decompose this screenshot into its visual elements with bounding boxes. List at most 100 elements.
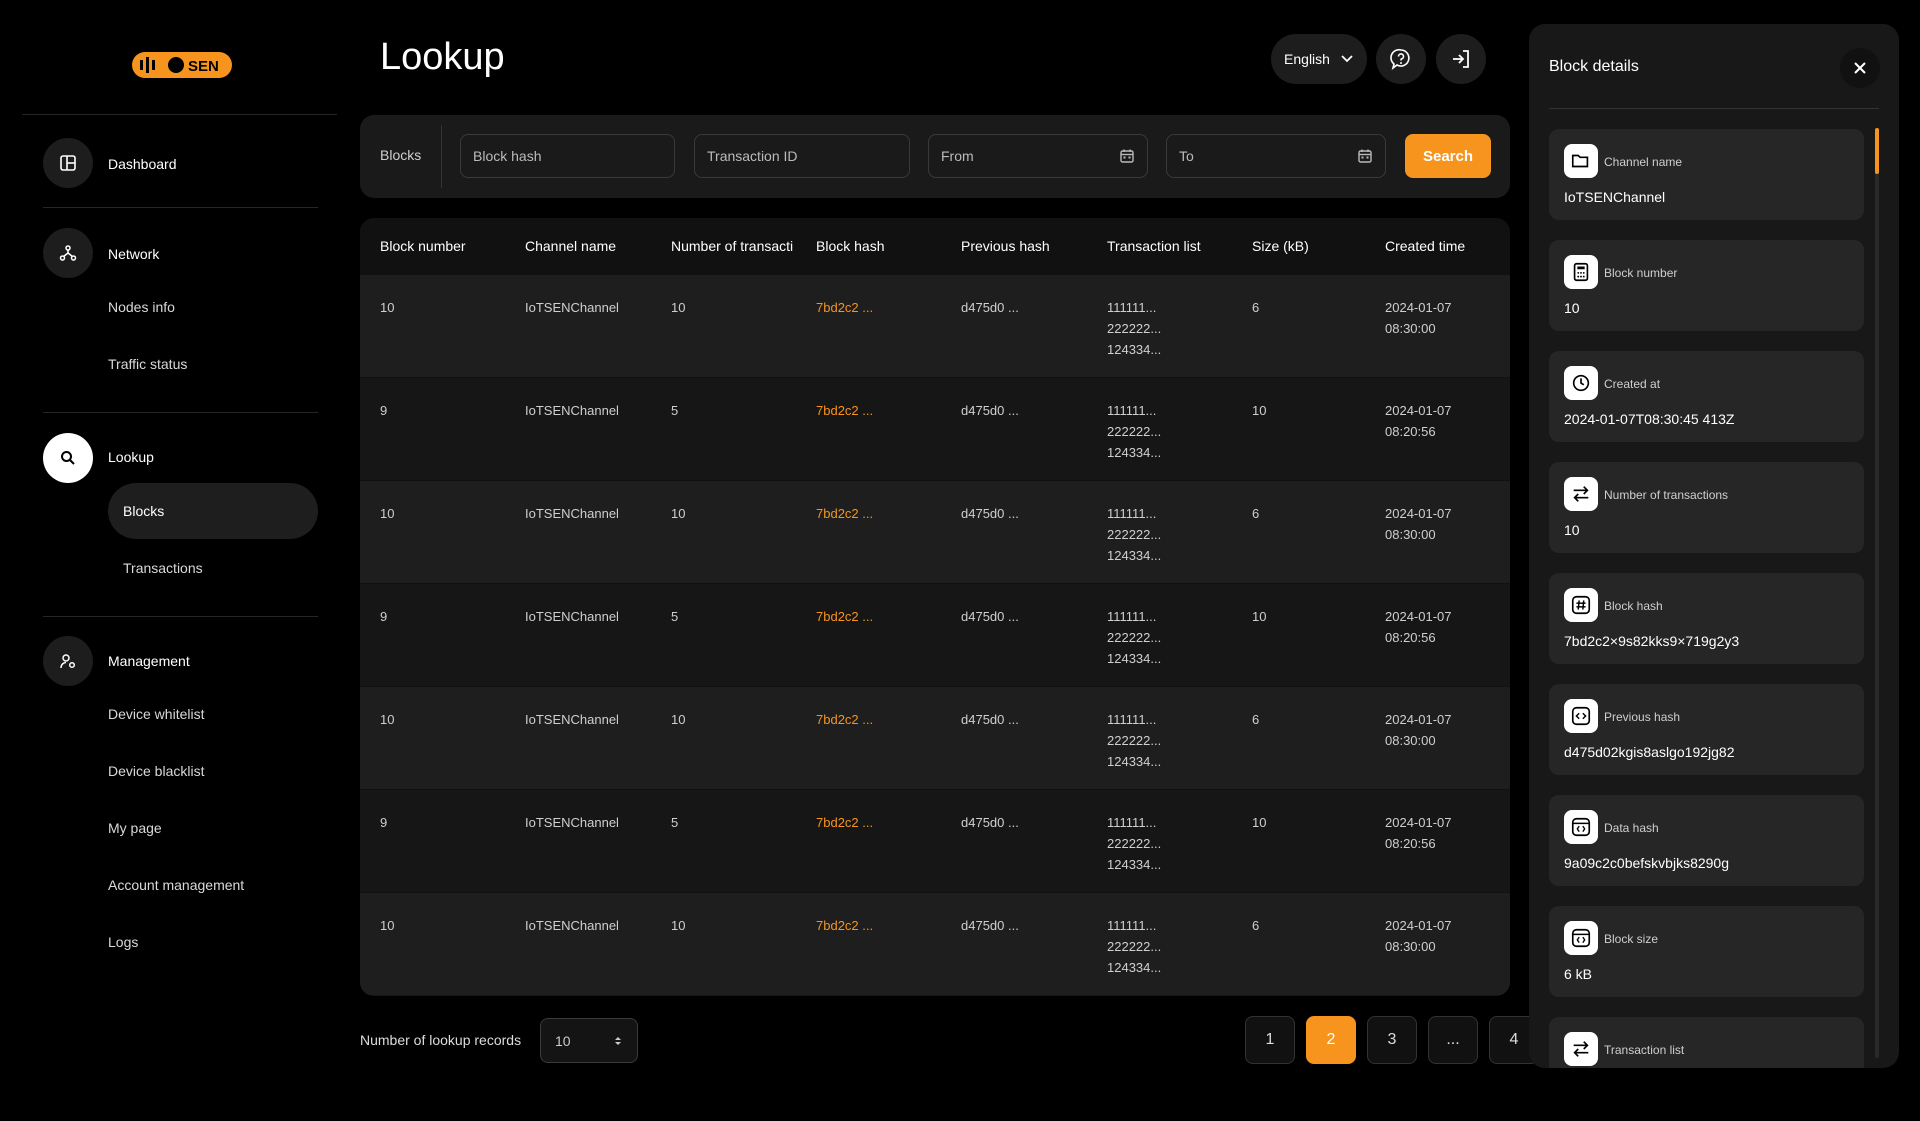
cell-block-hash[interactable]: 7bd2c2 ... xyxy=(816,606,873,627)
to-date-placeholder: To xyxy=(1179,148,1194,164)
column-header-created-time: Created time xyxy=(1385,238,1466,254)
sidebar-divider xyxy=(22,114,337,115)
cell-created-time: 2024-01-07 08:20:56 xyxy=(1385,400,1452,442)
nav-logs[interactable]: Logs xyxy=(108,934,138,950)
cell-block-hash[interactable]: 7bd2c2 ... xyxy=(816,709,873,730)
cell-block-hash[interactable]: 7bd2c2 ... xyxy=(816,915,873,936)
page-button-2[interactable]: 2 xyxy=(1306,1016,1356,1064)
cell-previous-hash: d475d0 ... xyxy=(961,712,1019,727)
scrollbar-thumb[interactable] xyxy=(1875,128,1879,174)
detail-card: Previous hash d475d02kgis8aslgo192jg82 xyxy=(1549,684,1864,775)
nav-blocks[interactable]: Blocks xyxy=(123,503,164,519)
from-date-input[interactable]: From xyxy=(928,134,1148,178)
cell-previous-hash: d475d0 ... xyxy=(961,300,1019,315)
cell-block-hash[interactable]: 7bd2c2 ... xyxy=(816,297,873,318)
detail-icon-box xyxy=(1564,699,1598,733)
code-icon xyxy=(1571,706,1591,726)
sidebar-divider xyxy=(43,207,318,208)
detail-icon-box xyxy=(1564,366,1598,400)
cell-created-time-line: 08:20:56 xyxy=(1385,836,1436,851)
cell-block-number: 10 xyxy=(380,918,395,933)
network-icon xyxy=(59,245,77,261)
detail-value: 9a09c2c0befskvbjks8290g xyxy=(1564,855,1730,871)
cell-channel-name: IoTSENChannel xyxy=(525,712,619,727)
transaction-id-input[interactable]: Transaction ID xyxy=(694,134,910,178)
sort-arrows-icon xyxy=(615,1036,621,1045)
column-header-size: Size (kB) xyxy=(1252,238,1309,254)
dashboard-nav-icon[interactable] xyxy=(43,138,93,188)
table-row[interactable]: 9 IoTSENChannel 5 7bd2c2 ... d475d0 ... 11111… xyxy=(360,789,1510,892)
search-button[interactable]: Search xyxy=(1405,134,1491,178)
nav-transactions[interactable]: Transactions xyxy=(123,560,203,576)
cell-transaction-list: 111111... 222222... 124334... xyxy=(1107,812,1161,875)
cell-created-time-line: 2024-01-07 xyxy=(1385,815,1452,830)
cell-created-time-line: 08:30:00 xyxy=(1385,527,1436,542)
nav-dashboard[interactable]: Dashboard xyxy=(108,156,177,172)
network-nav-icon[interactable] xyxy=(43,228,93,278)
cell-block-hash[interactable]: 7bd2c2 ... xyxy=(816,812,873,833)
detail-label: Block number xyxy=(1604,266,1678,280)
cell-created-time: 2024-01-07 08:20:56 xyxy=(1385,812,1452,854)
code-window-icon xyxy=(1571,817,1591,837)
language-selector[interactable]: English xyxy=(1271,34,1367,84)
nav-lookup[interactable]: Lookup xyxy=(108,449,154,465)
detail-value: 2024-01-07T08:30:45 413Z xyxy=(1564,411,1735,427)
table-row[interactable]: 9 IoTSENChannel 5 7bd2c2 ... d475d0 ... 11111… xyxy=(360,583,1510,686)
nav-device-blacklist[interactable]: Device blacklist xyxy=(108,763,204,779)
nav-nodes-info[interactable]: Nodes info xyxy=(108,299,175,315)
table-row[interactable]: 10 IoTSENChannel 10 7bd2c2 ... d475d0 ... 111… xyxy=(360,892,1510,995)
lookup-nav-icon[interactable] xyxy=(43,433,93,483)
table-row[interactable]: 10 IoTSENChannel 10 7bd2c2 ... d475d0 ... 111… xyxy=(360,274,1510,377)
login-button[interactable] xyxy=(1436,34,1486,84)
nav-device-whitelist[interactable]: Device whitelist xyxy=(108,706,204,722)
calculator-icon xyxy=(1573,262,1589,282)
block-hash-input[interactable]: Block hash xyxy=(460,134,675,178)
page-button-1[interactable]: 1 xyxy=(1245,1016,1295,1064)
sidebar-divider xyxy=(43,412,318,413)
table-row[interactable]: 9 IoTSENChannel 5 7bd2c2 ... d475d0 ... 11111… xyxy=(360,377,1510,480)
table-row[interactable]: 10 IoTSENChannel 10 7bd2c2 ... d475d0 ... 111… xyxy=(360,686,1510,789)
nav-network[interactable]: Network xyxy=(108,246,159,262)
detail-icon-box xyxy=(1564,255,1598,289)
cell-tx-count: 5 xyxy=(671,609,679,624)
detail-card: Number of transactions 10 xyxy=(1549,462,1864,553)
cell-transaction-list: 111111... 222222... 124334... xyxy=(1107,503,1161,566)
detail-value: d475d02kgis8aslgo192jg82 xyxy=(1564,744,1735,760)
column-header-previous-hash: Previous hash xyxy=(961,238,1050,254)
page-button-3[interactable]: 3 xyxy=(1367,1016,1417,1064)
calendar-icon[interactable] xyxy=(1119,148,1135,164)
detail-label: Number of transactions xyxy=(1604,488,1729,502)
cell-block-hash[interactable]: 7bd2c2 ... xyxy=(816,503,873,524)
detail-card: Block hash 7bd2c2×9s82kks9×719g2y3 xyxy=(1549,573,1864,664)
nav-account-management[interactable]: Account management xyxy=(108,877,244,893)
cell-created-time: 2024-01-07 08:30:00 xyxy=(1385,915,1452,957)
cell-tx-count: 10 xyxy=(671,712,686,727)
calendar-icon[interactable] xyxy=(1357,148,1373,164)
cell-block-hash[interactable]: 7bd2c2 ... xyxy=(816,400,873,421)
block-hash-placeholder: Block hash xyxy=(473,148,542,164)
folder-icon xyxy=(1571,154,1589,168)
cell-size: 6 xyxy=(1252,300,1260,315)
scrollbar-track[interactable] xyxy=(1875,128,1879,1058)
cell-created-time-line: 2024-01-07 xyxy=(1385,300,1452,315)
management-nav-icon[interactable] xyxy=(43,636,93,686)
transfer-icon xyxy=(1573,1041,1589,1057)
cell-previous-hash: d475d0 ... xyxy=(961,609,1019,624)
help-button[interactable] xyxy=(1376,34,1426,84)
cell-block-number: 10 xyxy=(380,300,395,315)
cell-created-time-line: 08:20:56 xyxy=(1385,424,1436,439)
filter-label: Blocks xyxy=(380,147,422,163)
cell-created-time: 2024-01-07 08:30:00 xyxy=(1385,709,1452,751)
cell-channel-name: IoTSENChannel xyxy=(525,918,619,933)
close-button[interactable] xyxy=(1840,48,1880,88)
block-details-panel: Block details Channel name IoTSENChannel B… xyxy=(1529,24,1899,1068)
records-select[interactable]: 10 xyxy=(540,1018,638,1063)
cell-size: 6 xyxy=(1252,918,1260,933)
page-ellipsis[interactable]: ... xyxy=(1428,1016,1478,1064)
to-date-input[interactable]: To xyxy=(1166,134,1386,178)
nav-management[interactable]: Management xyxy=(108,653,190,669)
table-row[interactable]: 10 IoTSENChannel 10 7bd2c2 ... d475d0 ... 111… xyxy=(360,480,1510,583)
cell-channel-name: IoTSENChannel xyxy=(525,403,619,418)
nav-my-page[interactable]: My page xyxy=(108,820,162,836)
nav-traffic-status[interactable]: Traffic status xyxy=(108,356,187,372)
